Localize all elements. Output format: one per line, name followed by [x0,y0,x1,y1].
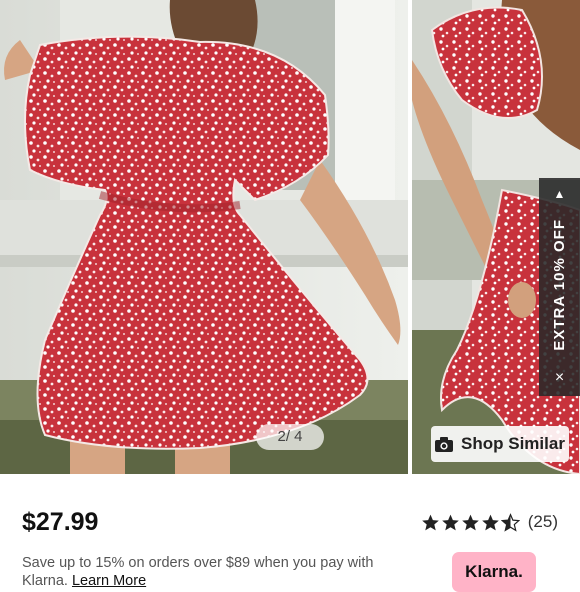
product-rating[interactable]: (25) [421,512,558,532]
klarna-logo: Klarna. [452,552,536,592]
learn-more-link[interactable]: Learn More [72,573,146,589]
expand-arrow-icon[interactable]: ▲ [554,188,566,200]
klarna-note: Save up to 15% on orders over $89 when y… [22,554,402,590]
star-icon [421,514,439,530]
rating-count: (25) [527,512,558,531]
shop-similar-button[interactable]: Shop Similar [431,426,569,462]
promo-tab[interactable]: ▲ EXTRA 10% OFF × [539,178,580,396]
shop-similar-label: Shop Similar [461,434,565,453]
product-image-gallery[interactable]: 2/ 4 ▲ EXTRA 10% OFF × Shop Similar [0,0,580,474]
close-icon[interactable]: × [555,369,564,386]
star-icon [441,514,459,530]
star-icon [461,514,479,530]
half-star-icon [500,512,520,532]
promo-label: EXTRA 10% OFF [551,219,568,351]
image-counter: 2/ 4 [256,424,324,450]
camera-icon [435,436,454,452]
rating-stars [421,512,520,532]
product-price: $27.99 [22,508,99,536]
star-icon [481,514,499,530]
product-photo-main[interactable] [0,0,408,474]
